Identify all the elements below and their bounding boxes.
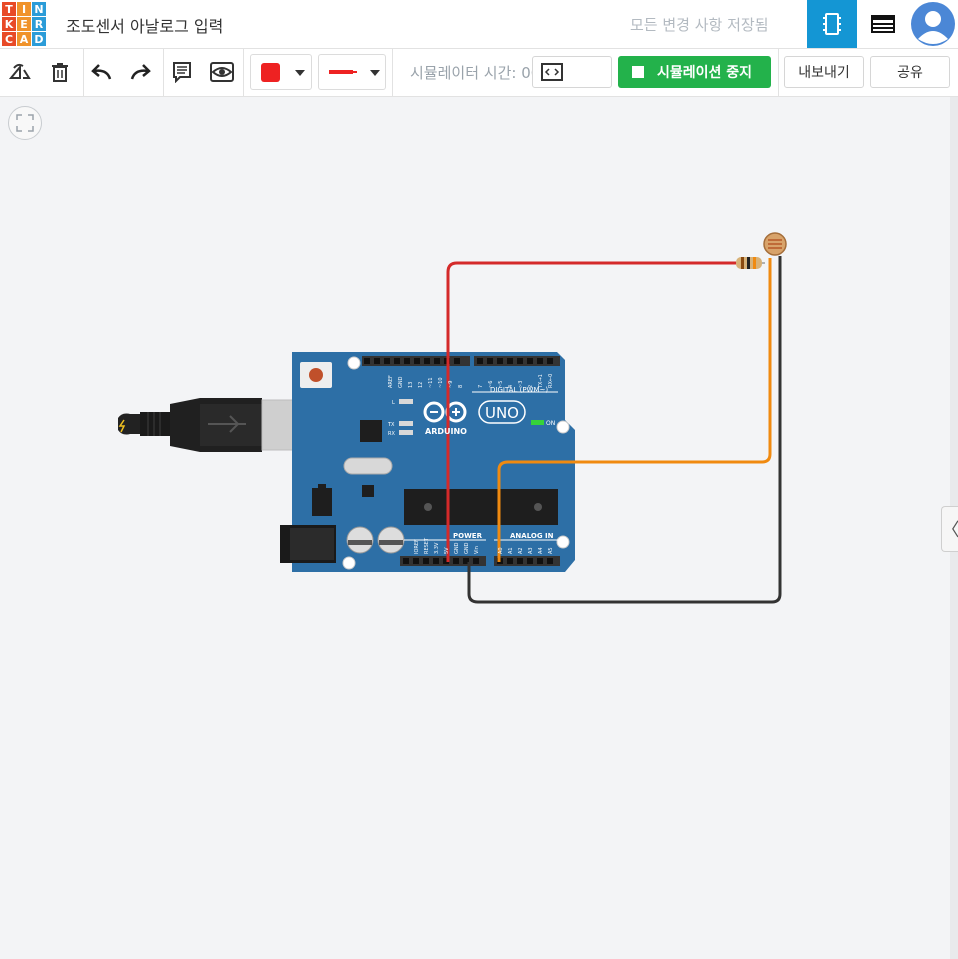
logo-letter: T — [2, 2, 16, 16]
table-icon — [871, 15, 895, 33]
wire-color-swatch — [261, 63, 280, 82]
chip-icon — [823, 13, 841, 35]
logo-letter: I — [17, 2, 31, 16]
component-list-button[interactable] — [858, 0, 908, 48]
delete-button[interactable] — [44, 57, 76, 87]
redo-button[interactable] — [124, 57, 156, 87]
user-avatar-button[interactable] — [908, 0, 958, 48]
export-button[interactable]: 내보내기 — [784, 56, 864, 88]
stop-icon — [632, 66, 644, 78]
wire-type-swatch — [329, 70, 353, 74]
logo-letter: D — [32, 32, 46, 46]
project-title[interactable]: 조도센서 아날로그 입력 — [66, 13, 223, 37]
tinkercad-logo[interactable]: T I N K E R C A D — [2, 2, 46, 46]
note-icon — [173, 62, 191, 83]
save-status: 모든 변경 사항 저장됨 — [630, 16, 769, 34]
logo-letter: A — [17, 32, 31, 46]
eye-icon — [210, 62, 234, 82]
open-panel-button[interactable]: 〈 — [941, 506, 958, 552]
rotate-button[interactable] — [4, 57, 36, 87]
code-icon — [541, 63, 563, 81]
logo-letter: K — [2, 17, 16, 31]
wire-color-dropdown[interactable] — [250, 54, 312, 90]
logo-letter: C — [2, 32, 16, 46]
avatar — [911, 2, 955, 46]
edit-toolbar: 시뮬레이터 시간: 00:00:05 시뮬레이션 중지 내보내기 공유 — [0, 49, 958, 97]
rotate-icon — [8, 63, 31, 79]
chevron-down-icon — [295, 70, 305, 76]
chevron-down-icon — [370, 70, 380, 76]
top-bar: T I N K E R C A D 조도센서 아날로그 입력 모든 변경 사항 … — [0, 0, 958, 49]
circuit-canvas[interactable] — [0, 97, 950, 959]
wire-type-dropdown[interactable] — [318, 54, 386, 90]
redo-icon — [130, 64, 151, 80]
stop-simulation-label: 시뮬레이션 중지 — [657, 65, 753, 81]
notes-button[interactable] — [166, 57, 198, 87]
stop-simulation-button[interactable]: 시뮬레이션 중지 — [618, 56, 771, 88]
chevron-left-icon: 〈 — [941, 520, 958, 541]
visibility-button[interactable] — [206, 57, 238, 87]
fit-view-icon — [16, 114, 34, 132]
fit-view-button[interactable] — [8, 106, 42, 140]
logo-letter: R — [32, 17, 46, 31]
logo-letter: N — [32, 2, 46, 16]
undo-button[interactable] — [86, 57, 118, 87]
circuit-view-button[interactable] — [807, 0, 857, 48]
logo-letter: E — [17, 17, 31, 31]
share-button[interactable]: 공유 — [870, 56, 950, 88]
code-button[interactable] — [532, 56, 612, 88]
undo-icon — [91, 64, 112, 80]
trash-icon — [52, 63, 68, 82]
